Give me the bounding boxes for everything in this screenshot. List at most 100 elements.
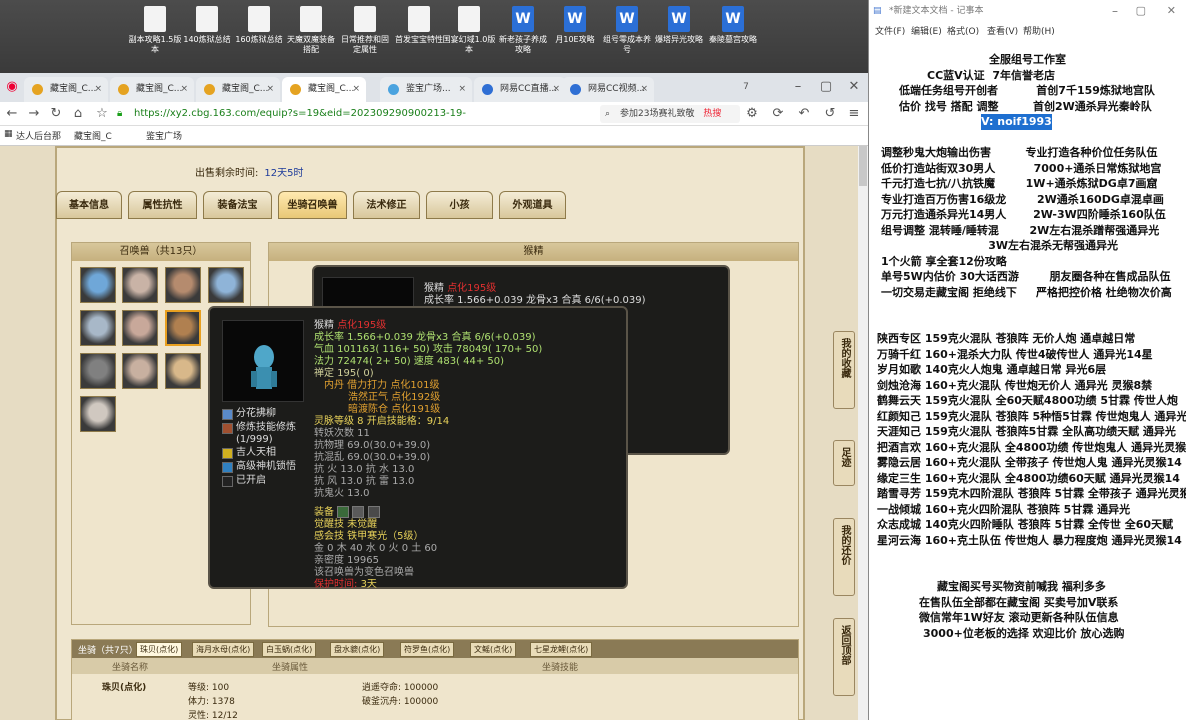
bookmark-3[interactable]: 鉴宝广场 (146, 129, 182, 142)
browser-tab-1[interactable]: 藏宝阁_C... × (24, 77, 108, 102)
bookmarks-grid-icon[interactable]: ▦ (4, 129, 13, 139)
my-favorites-button[interactable]: 我的收藏 (833, 331, 855, 409)
mount-tab-6[interactable]: 文鳐(点化) (470, 642, 517, 657)
bookmark-1[interactable]: 达人后台那 (16, 129, 61, 142)
summon-avatar-6[interactable] (122, 310, 158, 346)
detail-tab-4[interactable]: 坐骑召唤兽 (278, 191, 347, 219)
equip-slot-1-icon[interactable] (337, 506, 350, 518)
detail-tab-1[interactable]: 基本信息 (56, 191, 122, 219)
desktop-icon-6[interactable]: 首发宝宝特性 (392, 6, 446, 45)
forward-icon[interactable]: → (26, 105, 42, 123)
desktop-icon-8[interactable]: W 新老孩子养成攻略 (496, 6, 550, 55)
browser-tab-7[interactable]: 网易CC视频... × (562, 77, 654, 102)
desktop-icon-2[interactable]: 140炼狱总结 (180, 6, 234, 45)
browser-tab-2[interactable]: 藏宝阁_C... × (110, 77, 194, 102)
home-icon[interactable]: ⌂ (70, 105, 86, 123)
desktop-icon-4[interactable]: 天魔双魔装备搭配 (284, 6, 338, 55)
desktop-icon-7[interactable]: 国宴幻域1.0版本 (442, 6, 496, 55)
summon-avatar-1[interactable] (80, 267, 116, 303)
browser-logo-icon[interactable]: ◉ (4, 78, 20, 96)
desktop-icon-9[interactable]: W 月10E攻略 (548, 6, 602, 45)
tooltip-skill-2[interactable]: 修炼技能修炼 (1/999) (222, 422, 312, 446)
back-to-top-button[interactable]: 返回顶部 (833, 618, 855, 696)
mount-tab-1[interactable]: 珠贝(点化) (136, 642, 183, 657)
desktop-icon-12[interactable]: W 秦陵墓宫攻略 (706, 6, 760, 45)
mount-tab-2[interactable]: 海月水母(点化) (192, 642, 255, 657)
notepad-close-icon[interactable]: ✕ (1167, 0, 1176, 22)
equip-slot-3-icon[interactable] (367, 506, 380, 518)
tab-favicon-icon (290, 84, 301, 95)
summon-avatar-10[interactable] (122, 353, 158, 389)
detail-tab-2[interactable]: 属性抗性 (128, 191, 197, 219)
undo-close-icon[interactable]: ↺ (822, 105, 838, 123)
undo-icon[interactable]: ↶ (796, 105, 812, 123)
tooltip-skill-1[interactable]: 分花拂柳 (222, 408, 312, 421)
search-box[interactable]: ⌕ 参加23场赛礼致敬 热搜 (600, 105, 740, 123)
notepad-menu-item-3[interactable]: 格式(O) (947, 24, 979, 37)
desktop-icon-11[interactable]: W 爆塔异光攻略 (652, 6, 706, 45)
scrollbar-thumb[interactable] (859, 146, 867, 186)
mount-tab-7[interactable]: 七星龙鲤(点化) (530, 642, 593, 657)
detail-tab-7[interactable]: 外观道具 (499, 191, 566, 219)
desktop-icon-1[interactable]: 副本攻略1.5版本 (128, 6, 182, 55)
page-scrollbar[interactable] (858, 146, 868, 720)
browser-tab-3[interactable]: 藏宝阁_C... × (196, 77, 280, 102)
back-icon[interactable]: ← (4, 105, 20, 123)
close-window-icon[interactable]: ✕ (846, 78, 862, 96)
tab-count-badge[interactable]: 7 (738, 78, 754, 96)
detail-tab-5[interactable]: 法术修正 (353, 191, 420, 219)
notepad-menu-item-2[interactable]: 编辑(E) (911, 24, 942, 37)
summon-avatar-2[interactable] (122, 267, 158, 303)
notepad-selected-line: V: noif1993 (981, 114, 1052, 130)
summon-avatar-3[interactable] (165, 267, 201, 303)
summon-avatar-9[interactable] (80, 353, 116, 389)
summon-portrait (222, 320, 304, 402)
minimize-icon[interactable]: – (790, 78, 806, 96)
notepad-menu-item-1[interactable]: 文件(F) (875, 24, 905, 37)
sync-icon[interactable]: ⟳ (770, 105, 786, 123)
summon-avatar-5[interactable] (80, 310, 116, 346)
back-summon-level: 点化195级 (447, 283, 497, 294)
tooltip-skill-3[interactable]: 吉人天相 (222, 447, 312, 460)
tab-close-icon[interactable]: × (352, 77, 360, 102)
tab-close-icon[interactable]: × (458, 77, 466, 102)
tab-close-icon[interactable]: × (266, 77, 274, 102)
summon-avatar-4[interactable] (208, 267, 244, 303)
tooltip-skill-4[interactable]: 高级神机锁悟 (222, 461, 312, 474)
browser-tab-5[interactable]: 鉴宝广场... × (380, 77, 472, 102)
browser-tab-6[interactable]: 网易CC直播... × (474, 77, 566, 102)
mount-tab-5[interactable]: 符罗鱼(点化) (400, 642, 455, 657)
notepad-minimize-icon[interactable]: – (1112, 0, 1118, 22)
mount-tabs: 坐骑（共7只） 珠贝(点化) 海月水母(点化) 白玉蜗(点化) 盘水貔(点化) 符罗鱼(… (72, 640, 798, 658)
menu-icon[interactable]: ≡ (846, 105, 862, 123)
desktop-icon-3[interactable]: 160炼狱总结 (232, 6, 286, 45)
equip-slot-2-icon[interactable] (352, 506, 365, 518)
tab-close-icon[interactable]: × (552, 77, 560, 102)
detail-tab-6[interactable]: 小孩 (426, 191, 493, 219)
detail-tab-3[interactable]: 装备法宝 (203, 191, 272, 219)
summon-avatar-11[interactable] (165, 353, 201, 389)
my-bargain-button[interactable]: 我的还价 (833, 518, 855, 596)
browser-tab-4[interactable]: 藏宝阁_C... × (282, 77, 366, 102)
mount-tab-3[interactable]: 白玉蜗(点化) (262, 642, 317, 657)
notepad-maximize-icon[interactable]: ▢ (1136, 0, 1146, 22)
refresh-icon[interactable]: ↻ (48, 105, 64, 123)
tooltip-skill-5[interactable]: 已开启 (222, 475, 312, 488)
bookmark-2[interactable]: 藏宝阁_C (74, 129, 112, 142)
extension-icon[interactable]: ⚙ (744, 105, 760, 123)
summon-avatar-13[interactable] (80, 396, 116, 432)
desktop-icon-10[interactable]: W 组号零成本养号 (600, 6, 654, 55)
summon-avatar-7[interactable] (165, 310, 201, 346)
bookmark-star-icon[interactable]: ☆ (94, 105, 110, 123)
notepad-menu-item-5[interactable]: 帮助(H) (1023, 24, 1055, 37)
mount-tab-4[interactable]: 盘水貔(点化) (330, 642, 385, 657)
tab-close-icon[interactable]: × (94, 77, 102, 102)
maximize-icon[interactable]: ▢ (818, 78, 834, 96)
footprint-button[interactable]: 足迹 (833, 440, 855, 486)
desktop-strip: 副本攻略1.5版本 140炼狱总结 160炼狱总结 天魔双魔装备搭配 日常推荐和固定属性… (0, 0, 868, 73)
tab-close-icon[interactable]: × (180, 77, 188, 102)
tab-close-icon[interactable]: × (640, 77, 648, 102)
desktop-icon-5[interactable]: 日常推荐和固定属性 (338, 6, 392, 55)
url-field[interactable]: 🔒︎ https://xy2.cbg.163.com/equip?s=19&ei… (114, 105, 560, 137)
notepad-menu-item-4[interactable]: 查看(V) (987, 24, 1018, 37)
